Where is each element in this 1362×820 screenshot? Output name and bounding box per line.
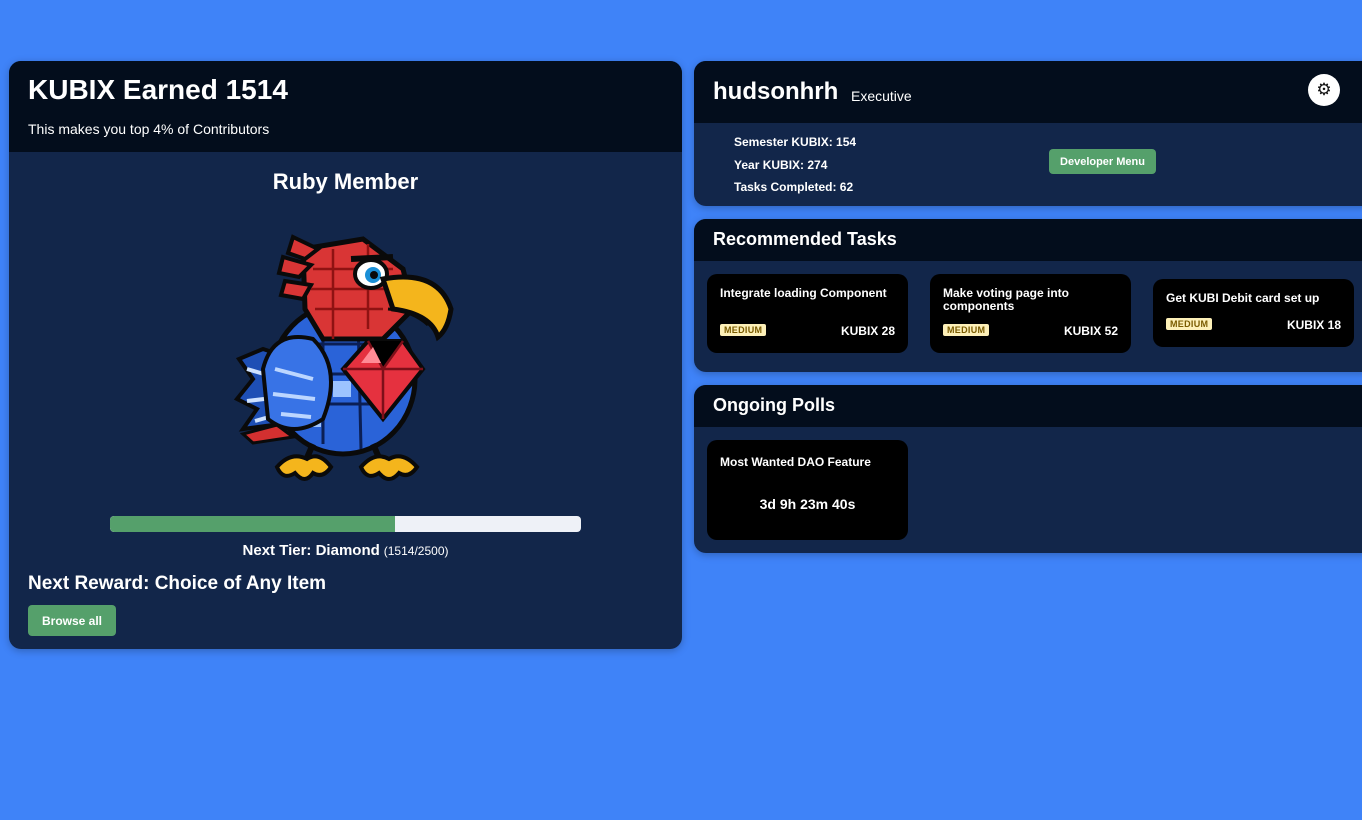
difficulty-badge: MEDIUM (1166, 318, 1213, 330)
profile-header: hudsonhrh Executive ⚙ (694, 61, 1362, 123)
task-card[interactable]: Make voting page into components MEDIUM … (930, 274, 1131, 353)
task-card[interactable]: Integrate loading Component MEDIUM KUBIX… (707, 274, 908, 353)
gear-icon[interactable]: ⚙ (1308, 74, 1340, 106)
tier-title: Ruby Member (272, 169, 419, 194)
poll-title: Most Wanted DAO Feature (720, 455, 871, 469)
task-reward: KUBIX 18 (1286, 318, 1341, 332)
ongoing-polls-heading: Ongoing Polls (694, 385, 1362, 427)
recommended-tasks-panel: Recommended Tasks Integrate loading Comp… (694, 219, 1362, 372)
ongoing-polls-panel: Ongoing Polls Most Wanted DAO Feature 3d… (694, 385, 1362, 553)
kubix-summary-panel: KUBIX Earned 1514 This makes you top 4% … (9, 61, 682, 649)
profile-stats: Semester KUBIX: 154 Year KUBIX: 274 Task… (734, 131, 856, 199)
poll-countdown: 3d 9h 23m 40s (759, 496, 856, 512)
next-tier-label: Next Tier: Diamond (242, 542, 380, 559)
year-kubix-stat: Year KUBIX: 274 (734, 157, 828, 172)
jayhawk-mascot-image (233, 234, 454, 481)
task-title: Make voting page into components (943, 286, 1070, 313)
recommended-tasks-heading: Recommended Tasks (694, 219, 1362, 261)
next-reward-text: Next Reward: Choice of Any Item (28, 573, 327, 594)
tier-progress-fill (110, 516, 396, 532)
difficulty-badge: MEDIUM (720, 324, 767, 336)
next-tier-count: (1514/2500) (383, 544, 449, 558)
task-reward: KUBIX 52 (1063, 324, 1118, 338)
task-title: Integrate loading Component (720, 286, 887, 300)
task-reward: KUBIX 28 (840, 324, 895, 338)
task-title: Get KUBI Debit card set up (1166, 291, 1320, 305)
kubix-earned-title: KUBIX Earned 1514 (28, 74, 288, 105)
browse-all-button[interactable]: Browse all (28, 605, 116, 636)
username: hudsonhrh (713, 78, 839, 105)
contributor-rank-text: This makes you top 4% of Contributors (28, 121, 270, 137)
kubix-summary-header: KUBIX Earned 1514 This makes you top 4% … (9, 61, 682, 152)
user-role: Executive (851, 88, 912, 104)
poll-card[interactable]: Most Wanted DAO Feature 3d 9h 23m 40s (707, 440, 908, 540)
next-tier-line: Next Tier: Diamond (1514/2500) (9, 542, 682, 560)
semester-kubix-stat: Semester KUBIX: 154 (734, 135, 857, 149)
task-card[interactable]: Get KUBI Debit card set up MEDIUM KUBIX … (1153, 279, 1354, 347)
developer-menu-button[interactable]: Developer Menu (1049, 149, 1156, 174)
difficulty-badge: MEDIUM (943, 324, 990, 336)
profile-panel: hudsonhrh Executive ⚙ Semester KUBIX: 15… (694, 61, 1362, 206)
tasks-completed-stat: Tasks Completed: 62 (734, 180, 854, 194)
tier-progress-bar (110, 516, 581, 532)
